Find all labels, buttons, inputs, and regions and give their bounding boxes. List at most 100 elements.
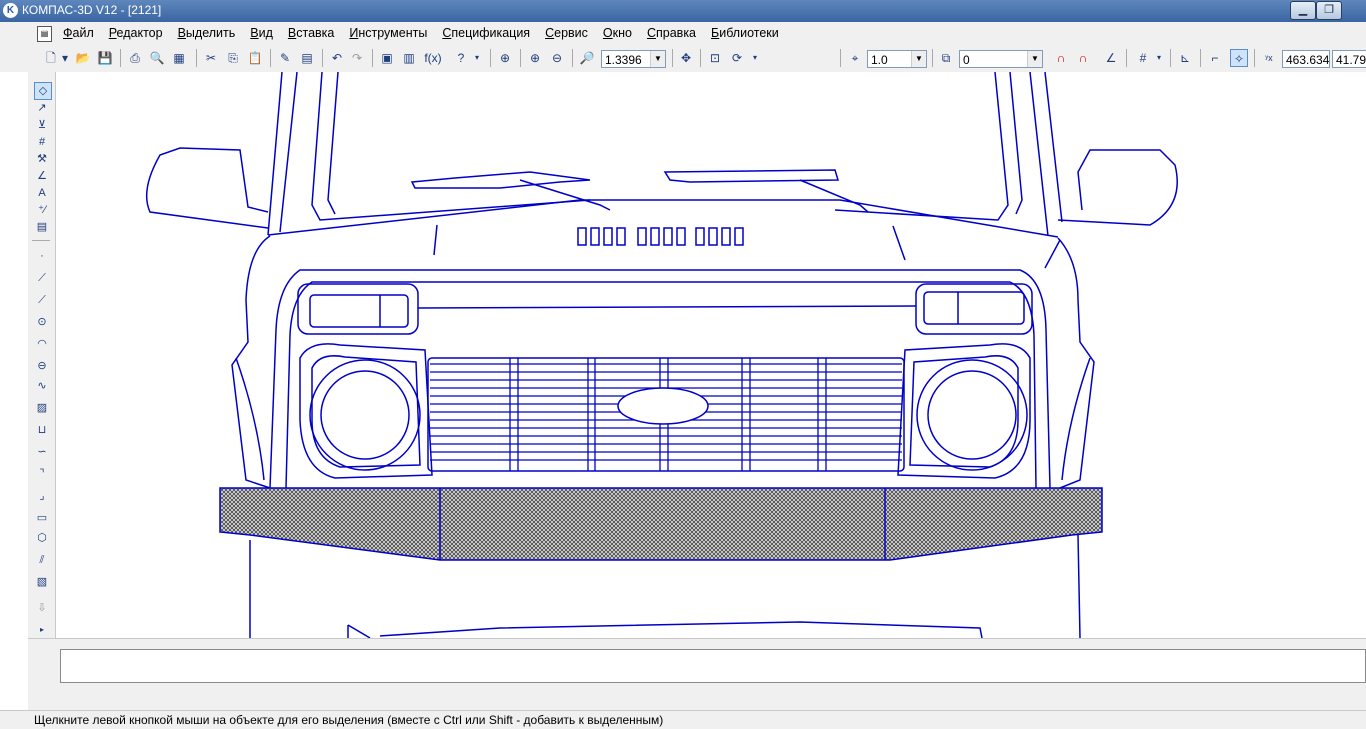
arc-icon[interactable]: ◠	[34, 336, 50, 352]
toolbar-separator	[840, 49, 841, 67]
property-panel	[28, 638, 1366, 711]
zoom-value: 1.3396	[605, 53, 642, 67]
chamfer-icon[interactable]: ⌝	[34, 466, 50, 482]
collect-contour-icon[interactable]: ⇩	[34, 600, 50, 616]
toolbar-options-icon[interactable]: ▾	[750, 49, 760, 67]
associative-panel-icon[interactable]: ⁺⁄	[34, 202, 50, 218]
new-document-icon[interactable]: 🗋	[42, 49, 60, 67]
rectangle-icon[interactable]: ▭	[34, 510, 50, 526]
show-all-icon[interactable]: ⊡	[706, 49, 724, 67]
zoom-window-icon[interactable]: ⊕	[496, 49, 514, 67]
undo-icon[interactable]: ↶	[328, 49, 346, 67]
manager-icon[interactable]: ▣	[378, 49, 396, 67]
chevron-down-icon[interactable]: ▼	[1027, 51, 1042, 67]
circle-icon[interactable]: ⊙	[34, 314, 50, 330]
step-combo[interactable]: 1.0 ▼	[867, 50, 927, 68]
right-mirror	[1057, 149, 1178, 226]
zoom-in-icon[interactable]: ⊕	[526, 49, 544, 67]
polyline-icon[interactable]: ⊔	[34, 422, 50, 438]
measure-panel-icon[interactable]: ∠	[34, 168, 50, 184]
menu-item-9[interactable]: Справка	[647, 26, 696, 40]
menu-item-10[interactable]: Библиотеки	[711, 26, 779, 40]
local-snap-icon[interactable]: ∩	[1074, 49, 1092, 67]
chevron-down-icon[interactable]: ▼	[650, 51, 665, 67]
segment-icon[interactable]: ⟋	[34, 292, 50, 308]
new-dropdown-icon[interactable]: ▾	[60, 49, 70, 67]
menu-item-7[interactable]: Сервис	[545, 26, 588, 40]
copy-icon[interactable]: ⎘	[224, 49, 242, 67]
toolbar-separator	[372, 49, 373, 67]
cut-icon[interactable]: ✂	[202, 49, 220, 67]
menu-item-3[interactable]: Вид	[250, 26, 273, 40]
zoom-scale-icon[interactable]: 🔎	[578, 49, 596, 67]
grid-icon[interactable]: #	[1134, 49, 1152, 67]
hatch-icon[interactable]: ▨	[34, 400, 50, 416]
menu-item-4[interactable]: Вставка	[288, 26, 334, 40]
print-icon[interactable]: ⎙	[126, 49, 144, 67]
panel-expand-icon[interactable]: ▸	[34, 622, 50, 638]
orthogonal-icon[interactable]: ⌐	[1206, 49, 1224, 67]
snap-magnet-icon[interactable]: ∩	[1052, 49, 1070, 67]
redo-icon[interactable]: ↷	[348, 49, 366, 67]
polygon-icon[interactable]: ⬡	[34, 530, 50, 546]
layer-combo[interactable]: 0 ▼	[959, 50, 1043, 68]
table-icon[interactable]: ▤	[298, 49, 316, 67]
coord-y-field[interactable]: 41.79	[1332, 50, 1366, 68]
command-input-area[interactable]	[60, 649, 1366, 683]
toolbar-options-icon[interactable]: ▾	[472, 49, 482, 67]
parametrization-panel-icon[interactable]: ⚒	[34, 151, 50, 167]
round-icon[interactable]: ✧	[1230, 49, 1248, 67]
pan-icon[interactable]: ✥	[677, 49, 695, 67]
coord-x-field[interactable]: 463.634	[1282, 50, 1330, 68]
save-icon[interactable]: 💾	[96, 49, 114, 67]
help-pointer-icon[interactable]: ?	[452, 49, 470, 67]
geometry-panel-icon[interactable]: ◇	[34, 82, 52, 100]
grille-emblem	[617, 387, 709, 425]
notation-panel-icon[interactable]: ⊻	[34, 117, 50, 133]
variables-icon[interactable]: f(x)	[422, 49, 444, 67]
open-icon[interactable]: 📂	[74, 49, 92, 67]
toolbar-separator	[32, 240, 50, 241]
print-preview-icon[interactable]: 🔍	[148, 49, 166, 67]
restore-button[interactable]: ❐	[1316, 1, 1342, 20]
title-bar: K КОМПАС-3D V12 - [2121] ▁ ❐	[0, 0, 1366, 22]
point-icon[interactable]: ·	[34, 248, 50, 264]
dimensions-panel-icon[interactable]: ↗	[34, 100, 50, 116]
fill-icon[interactable]: ▧	[34, 574, 50, 590]
drawing-canvas[interactable]	[56, 72, 1366, 638]
refresh-icon[interactable]: ⟳	[728, 49, 746, 67]
zoom-combo[interactable]: 1.3396 ▼	[601, 50, 666, 68]
fillet-icon[interactable]: ⌟	[34, 488, 50, 504]
spline-icon[interactable]: ∿	[34, 378, 50, 394]
paste-icon[interactable]: 📋	[246, 49, 264, 67]
lower-apron	[379, 621, 983, 638]
spec-panel-icon[interactable]: ▤	[34, 219, 50, 235]
minimize-button[interactable]: ▁	[1290, 1, 1316, 20]
menu-item-8[interactable]: Окно	[603, 26, 632, 40]
menu-item-1[interactable]: Редактор	[109, 26, 163, 40]
library-icon[interactable]: ▥	[400, 49, 418, 67]
cursor-step-icon[interactable]: ⌖	[846, 49, 864, 67]
angle-snap-icon[interactable]: ∠	[1102, 49, 1120, 67]
menu-item-0[interactable]: Файл	[63, 26, 94, 40]
format-painter-icon[interactable]: ✎	[276, 49, 294, 67]
equidistant-icon[interactable]: ⫽	[34, 552, 50, 568]
chevron-down-icon[interactable]: ▼	[911, 51, 926, 67]
layer-icon[interactable]: ⧉	[937, 49, 955, 67]
toolbar-separator	[672, 49, 673, 67]
select-panel-icon[interactable]: A	[34, 185, 50, 201]
menu-item-5[interactable]: Инструменты	[349, 26, 427, 40]
properties-icon[interactable]: ▦	[170, 49, 188, 67]
ellipse-icon[interactable]: ⊖	[34, 358, 50, 374]
toolbar-separator	[1170, 49, 1171, 67]
document-icon[interactable]: ▤	[37, 26, 52, 42]
window-title: КОМПАС-3D V12 - [2121]	[22, 3, 162, 17]
edit-panel-icon[interactable]: #	[34, 134, 50, 150]
grid-dropdown-icon[interactable]: ▾	[1154, 49, 1164, 67]
auxiliary-line-icon[interactable]: ⟋	[34, 270, 50, 286]
bezier-icon[interactable]: ∽	[34, 444, 50, 460]
menu-item-6[interactable]: Спецификация	[442, 26, 530, 40]
menu-item-2[interactable]: Выделить	[178, 26, 236, 40]
local-coordinates-icon[interactable]: ⊾	[1176, 49, 1194, 67]
zoom-out-icon[interactable]: ⊖	[548, 49, 566, 67]
